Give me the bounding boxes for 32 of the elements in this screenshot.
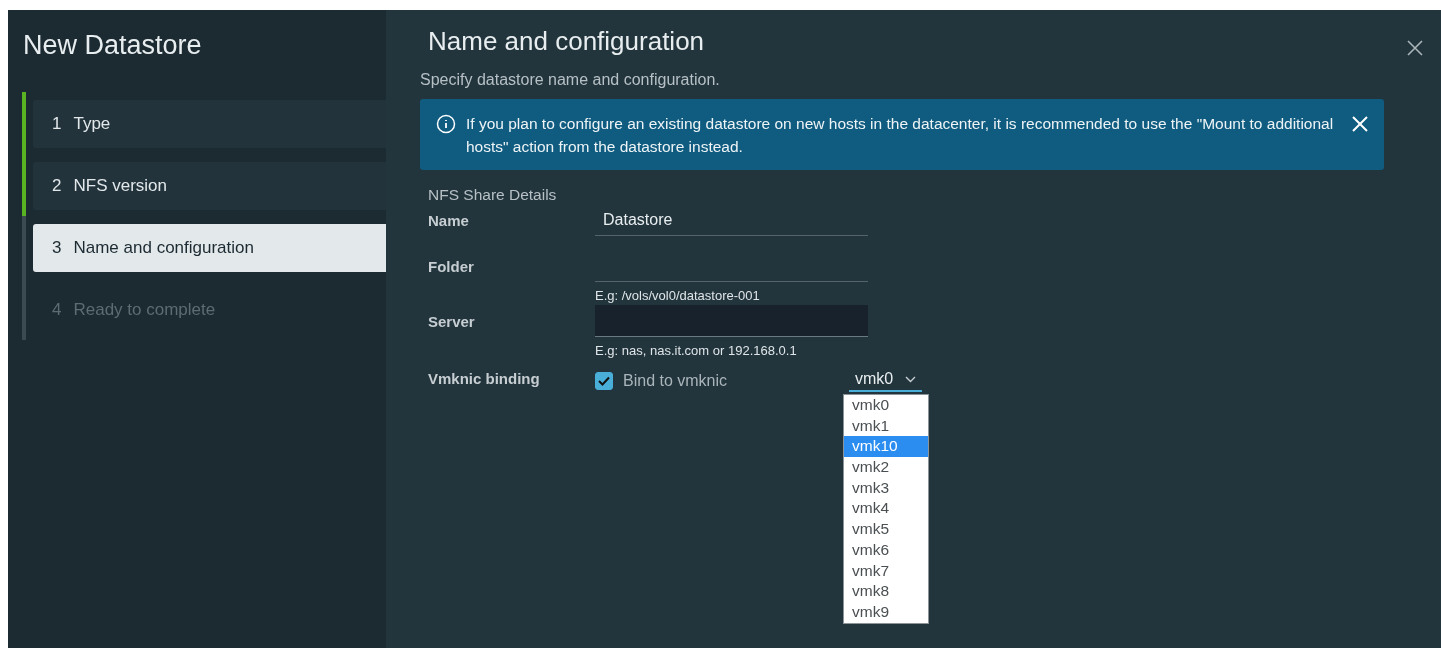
wizard-title: New Datastore bbox=[22, 29, 203, 62]
field-label: Vmknic binding bbox=[428, 370, 541, 389]
dropdown-option[interactable]: vmk9 bbox=[844, 601, 928, 623]
text-field[interactable] bbox=[595, 305, 868, 337]
chevron-down-icon bbox=[905, 375, 917, 383]
dropdown-option[interactable]: vmk8 bbox=[844, 581, 928, 602]
page-title: Name and configuration bbox=[427, 26, 706, 57]
dropdown-option[interactable]: vmk5 bbox=[844, 519, 928, 540]
dropdown-option[interactable]: vmk3 bbox=[844, 477, 928, 499]
checkbox[interactable] bbox=[595, 372, 613, 390]
section-title: NFS Share Details bbox=[428, 186, 558, 204]
dropdown-option[interactable]: vmk4 bbox=[844, 498, 928, 520]
wizard-step[interactable]: 2 NFS version bbox=[33, 162, 386, 210]
dropdown-option[interactable]: vmk6 bbox=[844, 539, 928, 561]
field-label: Server bbox=[428, 312, 476, 332]
text-field[interactable]: Datastore bbox=[595, 204, 868, 236]
checkbox-label: Bind to vmknic bbox=[623, 372, 728, 390]
page-subtitle: Specify datastore name and configuration. bbox=[420, 71, 721, 89]
info-icon bbox=[436, 114, 456, 134]
vmknic-select[interactable]: vmk0 bbox=[849, 370, 923, 392]
dropdown-option[interactable]: vmk0 bbox=[844, 395, 928, 416]
field-label: Folder bbox=[428, 257, 475, 277]
dropdown-option[interactable]: vmk2 bbox=[844, 457, 928, 478]
dropdown-option[interactable]: vmk1 bbox=[844, 415, 928, 437]
wizard-step[interactable]: 3 Name and configuration bbox=[33, 224, 386, 272]
helper-text: E.g: nas, nas.it.com or 192.168.0.1 bbox=[595, 343, 798, 358]
alert-message: If you plan to configure an existing datastore on new hosts in the datacenter, it is recommended to use the "Mount to additional hosts" action from the datastore instead. bbox=[466, 114, 1335, 157]
helper-text: E.g: /vols/vol0/datastore-001 bbox=[595, 288, 761, 303]
dropdown-option[interactable]: vmk7 bbox=[844, 560, 928, 582]
wizard-step[interactable]: 1 Type bbox=[33, 100, 386, 148]
field-label: Name bbox=[428, 211, 470, 231]
close-icon[interactable] bbox=[1407, 40, 1423, 56]
